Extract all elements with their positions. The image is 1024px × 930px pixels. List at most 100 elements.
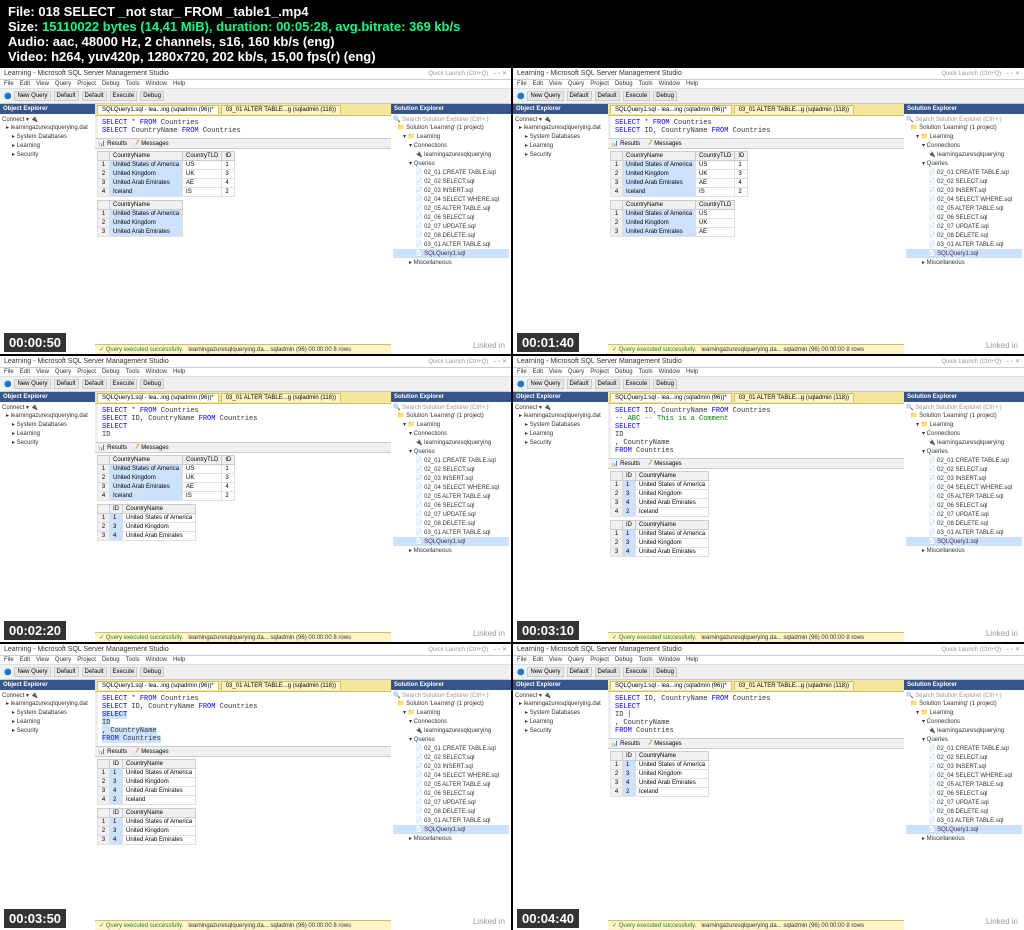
menu-item[interactable]: Help: [173, 369, 185, 375]
toolbar-button[interactable]: Execute: [623, 379, 651, 389]
menu-item[interactable]: View: [549, 369, 562, 375]
solution-file[interactable]: 📄 02_05 ALTER TABLE.sql: [906, 492, 1022, 501]
solution-file[interactable]: 📄 03_01 ALTER TABLE.sql: [393, 240, 509, 249]
toolbar-button[interactable]: Default: [82, 379, 107, 389]
solution-file[interactable]: 📄 02_03 INSERT.sql: [906, 186, 1022, 195]
toolbar-button[interactable]: New Query: [14, 379, 50, 389]
quick-launch[interactable]: Quick Launch (Ctrl+Q) – ▫ ✕: [428, 358, 507, 365]
menu-item[interactable]: Edit: [533, 369, 543, 375]
menu-item[interactable]: Tools: [126, 81, 140, 87]
table-row[interactable]: 3United Arab EmiratesAE4: [98, 179, 235, 188]
connect-button[interactable]: Connect ▾ 🔌: [2, 692, 93, 699]
tree-server[interactable]: ▸ learningazuresqlquerying.dat: [515, 699, 606, 708]
solution-file[interactable]: 📄 SQLQuery1.sql: [906, 537, 1022, 546]
solution-file[interactable]: 📄 SQLQuery1.sql: [393, 825, 509, 834]
tree-item[interactable]: ▸ Security: [2, 150, 93, 159]
menu-item[interactable]: Debug: [615, 81, 633, 87]
menu-item[interactable]: Window: [146, 369, 167, 375]
solution-project[interactable]: ▾ 📁 Learning: [393, 420, 509, 429]
tree-server[interactable]: ▸ learningazuresqlquerying.dat: [515, 411, 606, 420]
tree-item[interactable]: ▸ Security: [515, 438, 606, 447]
editor-tab[interactable]: 03_01 ALTER TABLE...g (sqladmin (118)): [221, 105, 341, 114]
tree-item[interactable]: ▸ Learning: [2, 429, 93, 438]
menu-item[interactable]: Query: [568, 81, 584, 87]
table-row[interactable]: 3United Arab EmiratesAE: [611, 228, 735, 237]
queries-folder[interactable]: ▾ Queries: [906, 735, 1022, 744]
editor-tab[interactable]: SQLQuery1.sql - lea...ing (sqladmin (96)…: [97, 681, 219, 690]
menu-item[interactable]: Debug: [102, 81, 120, 87]
solution-file[interactable]: 📄 02_03 INSERT.sql: [906, 762, 1022, 771]
menu-item[interactable]: Window: [659, 81, 680, 87]
misc-folder[interactable]: ▸ Miscellaneous: [906, 258, 1022, 267]
toolbar-button[interactable]: New Query: [527, 379, 563, 389]
menu-item[interactable]: Query: [568, 657, 584, 663]
solution-root[interactable]: 📁 Solution 'Learning' (1 project): [393, 123, 509, 132]
menu-item[interactable]: Query: [55, 81, 71, 87]
menu-item[interactable]: Window: [659, 657, 680, 663]
menu-item[interactable]: Help: [686, 369, 698, 375]
menu-item[interactable]: Project: [590, 81, 609, 87]
solution-file[interactable]: 📄 SQLQuery1.sql: [393, 537, 509, 546]
editor-tab[interactable]: 03_01 ALTER TABLE...g (sqladmin (118)): [734, 105, 854, 114]
solution-file[interactable]: 📄 02_02 SELECT.sql: [906, 177, 1022, 186]
editor-tab[interactable]: 03_01 ALTER TABLE...g (sqladmin (118)): [734, 393, 854, 402]
solution-file[interactable]: 📄 02_04 SELECT WHERE.sql: [393, 483, 509, 492]
table-row[interactable]: 4IcelandIS2: [98, 188, 235, 197]
toolbar-button[interactable]: Execute: [110, 667, 138, 677]
connect-button[interactable]: Connect ▾ 🔌: [2, 404, 93, 411]
solution-file[interactable]: 📄 02_01 CREATE TABLE.sql: [906, 744, 1022, 753]
connections-folder[interactable]: ▾ Connections: [906, 717, 1022, 726]
results-tab[interactable]: 📊 Results: [98, 749, 127, 755]
toolbar-button[interactable]: New Query: [14, 91, 50, 101]
tree-item[interactable]: ▸ Security: [515, 726, 606, 735]
menu-item[interactable]: Debug: [615, 657, 633, 663]
menu-item[interactable]: File: [517, 81, 527, 87]
connection[interactable]: 🔌 learningazuresqlquerying: [906, 438, 1022, 447]
tree-item[interactable]: ▸ Security: [515, 150, 606, 159]
quick-launch[interactable]: Quick Launch (Ctrl+Q) – ▫ ✕: [428, 70, 507, 77]
menu-item[interactable]: Project: [590, 369, 609, 375]
messages-tab[interactable]: 📝 Messages: [132, 141, 168, 147]
results-tab[interactable]: 📊 Results: [611, 141, 640, 147]
table-row[interactable]: 3United Arab EmiratesAE4: [611, 179, 748, 188]
solution-project[interactable]: ▾ 📁 Learning: [906, 132, 1022, 141]
solution-file[interactable]: 📄 02_03 INSERT.sql: [906, 474, 1022, 483]
menu-item[interactable]: Project: [77, 369, 96, 375]
table-row[interactable]: 34United Arab Emirates: [98, 836, 196, 845]
solution-file[interactable]: 📄 02_04 SELECT WHERE.sql: [906, 771, 1022, 780]
results-tab[interactable]: 📊 Results: [611, 741, 640, 747]
table-row[interactable]: 1United States of AmericaUS: [611, 210, 735, 219]
connections-folder[interactable]: ▾ Connections: [906, 141, 1022, 150]
solution-file[interactable]: 📄 02_06 SELECT.sql: [906, 213, 1022, 222]
table-row[interactable]: 23United Kingdom: [98, 827, 196, 836]
toolbar-button[interactable]: Default: [595, 667, 620, 677]
menu-item[interactable]: View: [549, 81, 562, 87]
toolbar-button[interactable]: New Query: [14, 667, 50, 677]
solution-file[interactable]: 📄 03_01 ALTER TABLE.sql: [393, 528, 509, 537]
toolbar-button[interactable]: Execute: [623, 91, 651, 101]
messages-tab[interactable]: 📝 Messages: [645, 461, 681, 467]
toolbar-button[interactable]: Debug: [653, 379, 677, 389]
solution-file[interactable]: 📄 02_08 DELETE.sql: [393, 807, 509, 816]
solution-root[interactable]: 📁 Solution 'Learning' (1 project): [393, 411, 509, 420]
menu-item[interactable]: Query: [568, 369, 584, 375]
solution-file[interactable]: 📄 02_02 SELECT.sql: [393, 753, 509, 762]
toolbar-button[interactable]: Default: [54, 667, 79, 677]
toolbar-button[interactable]: Debug: [653, 91, 677, 101]
solution-file[interactable]: 📄 02_04 SELECT WHERE.sql: [393, 195, 509, 204]
misc-folder[interactable]: ▸ Miscellaneous: [906, 834, 1022, 843]
table-row[interactable]: 23United Kingdom: [611, 539, 709, 548]
table-row[interactable]: 34United Arab Emirates: [98, 787, 196, 796]
results-tab[interactable]: 📊 Results: [98, 141, 127, 147]
solution-project[interactable]: ▾ 📁 Learning: [906, 708, 1022, 717]
tree-server[interactable]: ▸ learningazuresqlquerying.dat: [2, 411, 93, 420]
quick-launch[interactable]: Quick Launch (Ctrl+Q) – ▫ ✕: [941, 70, 1020, 77]
solution-file[interactable]: 📄 02_08 DELETE.sql: [906, 519, 1022, 528]
solution-file[interactable]: 📄 02_08 DELETE.sql: [906, 231, 1022, 240]
tree-server[interactable]: ▸ learningazuresqlquerying.dat: [2, 699, 93, 708]
menu-item[interactable]: Debug: [615, 369, 633, 375]
solution-file[interactable]: 📄 02_02 SELECT.sql: [393, 177, 509, 186]
toolbar-button[interactable]: New Query: [527, 91, 563, 101]
messages-tab[interactable]: 📝 Messages: [645, 141, 681, 147]
quick-launch[interactable]: Quick Launch (Ctrl+Q) – ▫ ✕: [428, 646, 507, 653]
